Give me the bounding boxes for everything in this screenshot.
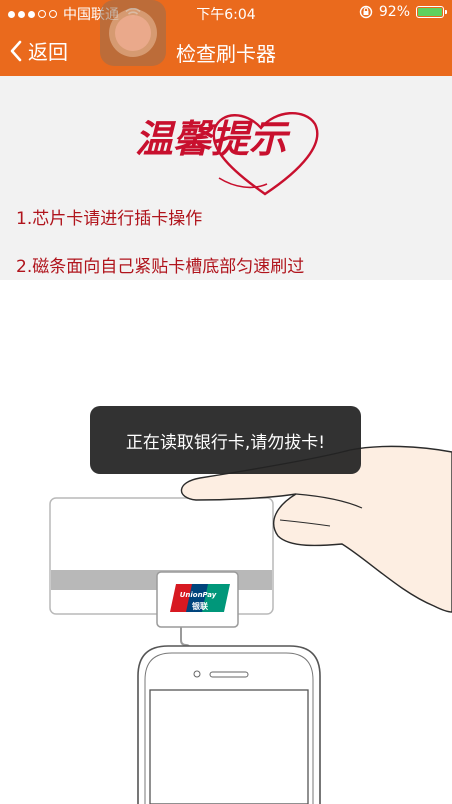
unionpay-logo-icon: UnionPay 银联 — [170, 584, 230, 612]
phone-screen — [149, 689, 309, 804]
toast-message: 正在读取银行卡,请勿拔卡! — [90, 406, 361, 474]
svg-text:银联: 银联 — [191, 601, 208, 611]
svg-text:UnionPay: UnionPay — [180, 591, 217, 599]
card-swipe-illustration: UnionPay 银联 — [49, 445, 452, 804]
